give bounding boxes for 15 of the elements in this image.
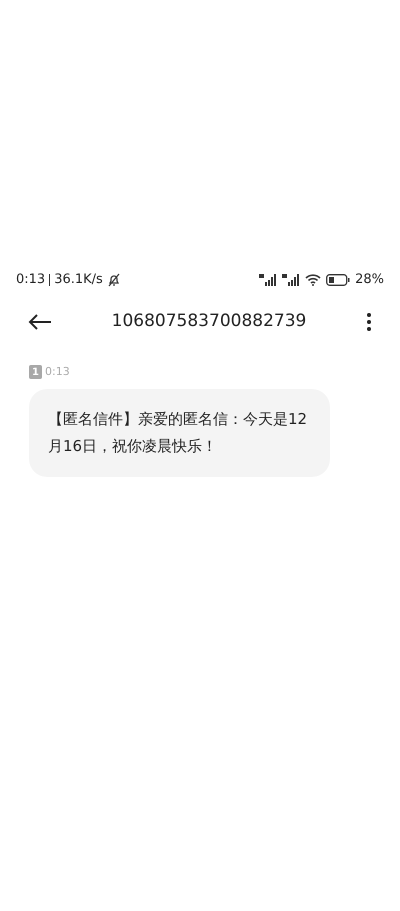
signal-icon bbox=[282, 274, 300, 286]
muted-bell-icon bbox=[106, 273, 121, 287]
message-bubble: 【匿名信件】亲爱的匿名信：今天是12月16日，祝你凌晨快乐！ bbox=[29, 388, 330, 476]
message-time: 0:13 bbox=[45, 364, 70, 380]
sim-badge: 1 bbox=[29, 365, 42, 380]
separator bbox=[49, 274, 50, 286]
network-speed: 36.1K/s bbox=[54, 271, 103, 290]
wifi-icon bbox=[305, 274, 322, 286]
signal-icon bbox=[259, 274, 278, 286]
battery-percent: 28% bbox=[355, 271, 384, 290]
status-time: 0:13 bbox=[16, 271, 46, 290]
back-icon[interactable] bbox=[28, 313, 52, 331]
more-icon[interactable] bbox=[366, 312, 372, 332]
contact-number: 106807583700882739 bbox=[112, 310, 306, 334]
battery-icon bbox=[326, 274, 350, 286]
